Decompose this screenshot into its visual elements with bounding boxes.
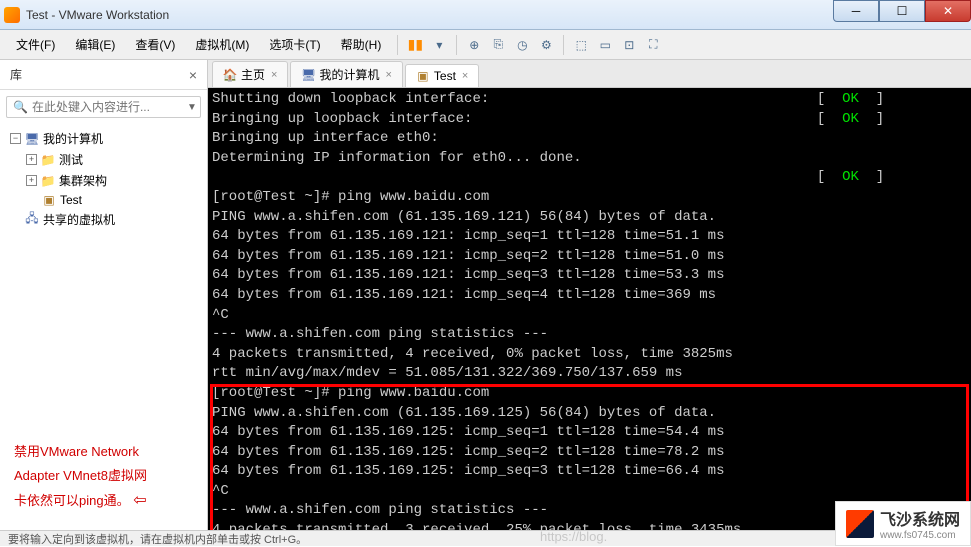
watermark-brand: 飞沙系统网 www.fs0745.com [835, 501, 971, 546]
clock-icon[interactable]: ◷ [513, 36, 531, 54]
tree-label: 我的计算机 [43, 130, 103, 147]
snapshot-icon[interactable]: ⎘ [489, 36, 507, 54]
console-icon[interactable]: ⊡ [620, 36, 638, 54]
separator [397, 35, 398, 55]
watermark-url: https://blog. [540, 529, 607, 544]
tab-close-icon[interactable]: × [385, 69, 391, 81]
settings-icon[interactable]: ⚙ [537, 36, 555, 54]
computer-icon: 🖥 [301, 68, 315, 82]
tabs-bar: 🏠 主页 × 🖥 我的计算机 × ▣ Test × [208, 60, 971, 88]
maximize-button[interactable]: ☐ [879, 0, 925, 22]
fit-icon[interactable]: ⬚ [572, 36, 590, 54]
tab-close-icon[interactable]: × [271, 69, 277, 81]
content-area: 🏠 主页 × 🖥 我的计算机 × ▣ Test × Shutting down … [208, 60, 971, 530]
library-tree: − 🖥 我的计算机 + 📁 测试 + 📁 集群架构 ▣ Test 🖧 [0, 124, 207, 426]
brand-url: www.fs0745.com [880, 530, 960, 541]
shared-icon: 🖧 [25, 213, 39, 227]
menu-tabs[interactable]: 选项卡(T) [261, 32, 328, 57]
app-icon [4, 7, 20, 23]
unity-icon[interactable]: ▭ [596, 36, 614, 54]
tree-label: 集群架构 [59, 172, 107, 189]
menu-vm[interactable]: 虚拟机(M) [187, 32, 257, 57]
search-dropdown-icon[interactable]: ▼ [187, 102, 197, 113]
tree-root-mycomputer[interactable]: − 🖥 我的计算机 [6, 128, 201, 149]
vm-icon: ▣ [42, 193, 56, 207]
tab-label: 我的计算机 [319, 66, 379, 83]
minimize-button[interactable]: ─ [833, 0, 879, 22]
tree-label: 测试 [59, 151, 83, 168]
statusbar: 要将输入定向到该虚拟机，请在虚拟机内部单击或按 Ctrl+G。 [0, 530, 971, 546]
menu-help[interactable]: 帮助(H) [333, 32, 390, 57]
separator [563, 35, 564, 55]
annotation-text: 禁用VMware Network Adapter VMnet8虚拟网 卡依然可以… [10, 436, 197, 520]
collapse-icon[interactable]: − [10, 133, 21, 144]
tab-label: Test [434, 69, 456, 83]
main-area: 库 × 🔍 ▼ − 🖥 我的计算机 + 📁 测试 + 📁 集群架构 [0, 60, 971, 530]
home-icon: 🏠 [223, 68, 237, 82]
close-button[interactable]: ✕ [925, 0, 971, 22]
sidebar-header: 库 × [0, 60, 207, 90]
menu-edit[interactable]: 编辑(E) [67, 32, 123, 57]
search-icon: 🔍 [13, 100, 28, 114]
separator [456, 35, 457, 55]
search-box[interactable]: 🔍 ▼ [6, 96, 201, 118]
send-input-icon[interactable]: ⊕ [465, 36, 483, 54]
status-text: 要将输入定向到该虚拟机，请在虚拟机内部单击或按 Ctrl+G。 [8, 531, 307, 547]
tab-mycomputer[interactable]: 🖥 我的计算机 × [290, 61, 402, 87]
annotation-line: Adapter VMnet8虚拟网 [14, 464, 193, 487]
dropdown-icon[interactable]: ▾ [430, 36, 448, 54]
search-input[interactable] [32, 100, 187, 114]
tab-test[interactable]: ▣ Test × [405, 64, 479, 87]
menu-view[interactable]: 查看(V) [127, 32, 183, 57]
folder-icon: 📁 [41, 174, 55, 188]
terminal[interactable]: Shutting down loopback interface: [ OK ]… [208, 88, 971, 530]
tree-label: 共享的虚拟机 [43, 211, 115, 228]
expand-icon[interactable]: + [26, 175, 37, 186]
tree-shared-vms[interactable]: 🖧 共享的虚拟机 [6, 209, 201, 230]
menu-file[interactable]: 文件(F) [8, 32, 63, 57]
sidebar-title: 库 [10, 66, 22, 83]
sidebar: 库 × 🔍 ▼ − 🖥 我的计算机 + 📁 测试 + 📁 集群架构 [0, 60, 208, 530]
tab-close-icon[interactable]: × [462, 70, 468, 82]
vm-icon: ▣ [416, 69, 430, 83]
window-title: Test - VMware Workstation [26, 8, 169, 22]
brand-name: 飞沙系统网 [880, 512, 960, 529]
tree-label: Test [60, 193, 82, 207]
annotation-line: 禁用VMware Network [14, 440, 193, 463]
tree-item-test1[interactable]: + 📁 测试 [6, 149, 201, 170]
tab-label: 主页 [241, 66, 265, 83]
brand-logo-icon [846, 510, 874, 538]
fullscreen-icon[interactable]: ⛶ [644, 36, 662, 54]
folder-icon: 📁 [41, 153, 55, 167]
annotation-line: 卡依然可以ping通。 [14, 493, 130, 508]
tree-item-cluster[interactable]: + 📁 集群架构 [6, 170, 201, 191]
computer-icon: 🖥 [25, 132, 39, 146]
window-controls: ─ ☐ ✕ [833, 0, 971, 22]
arrow-icon: ⇦ [133, 492, 146, 509]
menubar: 文件(F) 编辑(E) 查看(V) 虚拟机(M) 选项卡(T) 帮助(H) ▮▮… [0, 30, 971, 60]
sidebar-close-icon[interactable]: × [189, 67, 197, 83]
tab-home[interactable]: 🏠 主页 × [212, 61, 288, 87]
tree-item-test-vm[interactable]: ▣ Test [6, 191, 201, 209]
expand-icon[interactable]: + [26, 154, 37, 165]
titlebar: Test - VMware Workstation ─ ☐ ✕ [0, 0, 971, 30]
pause-icon[interactable]: ▮▮ [406, 36, 424, 54]
